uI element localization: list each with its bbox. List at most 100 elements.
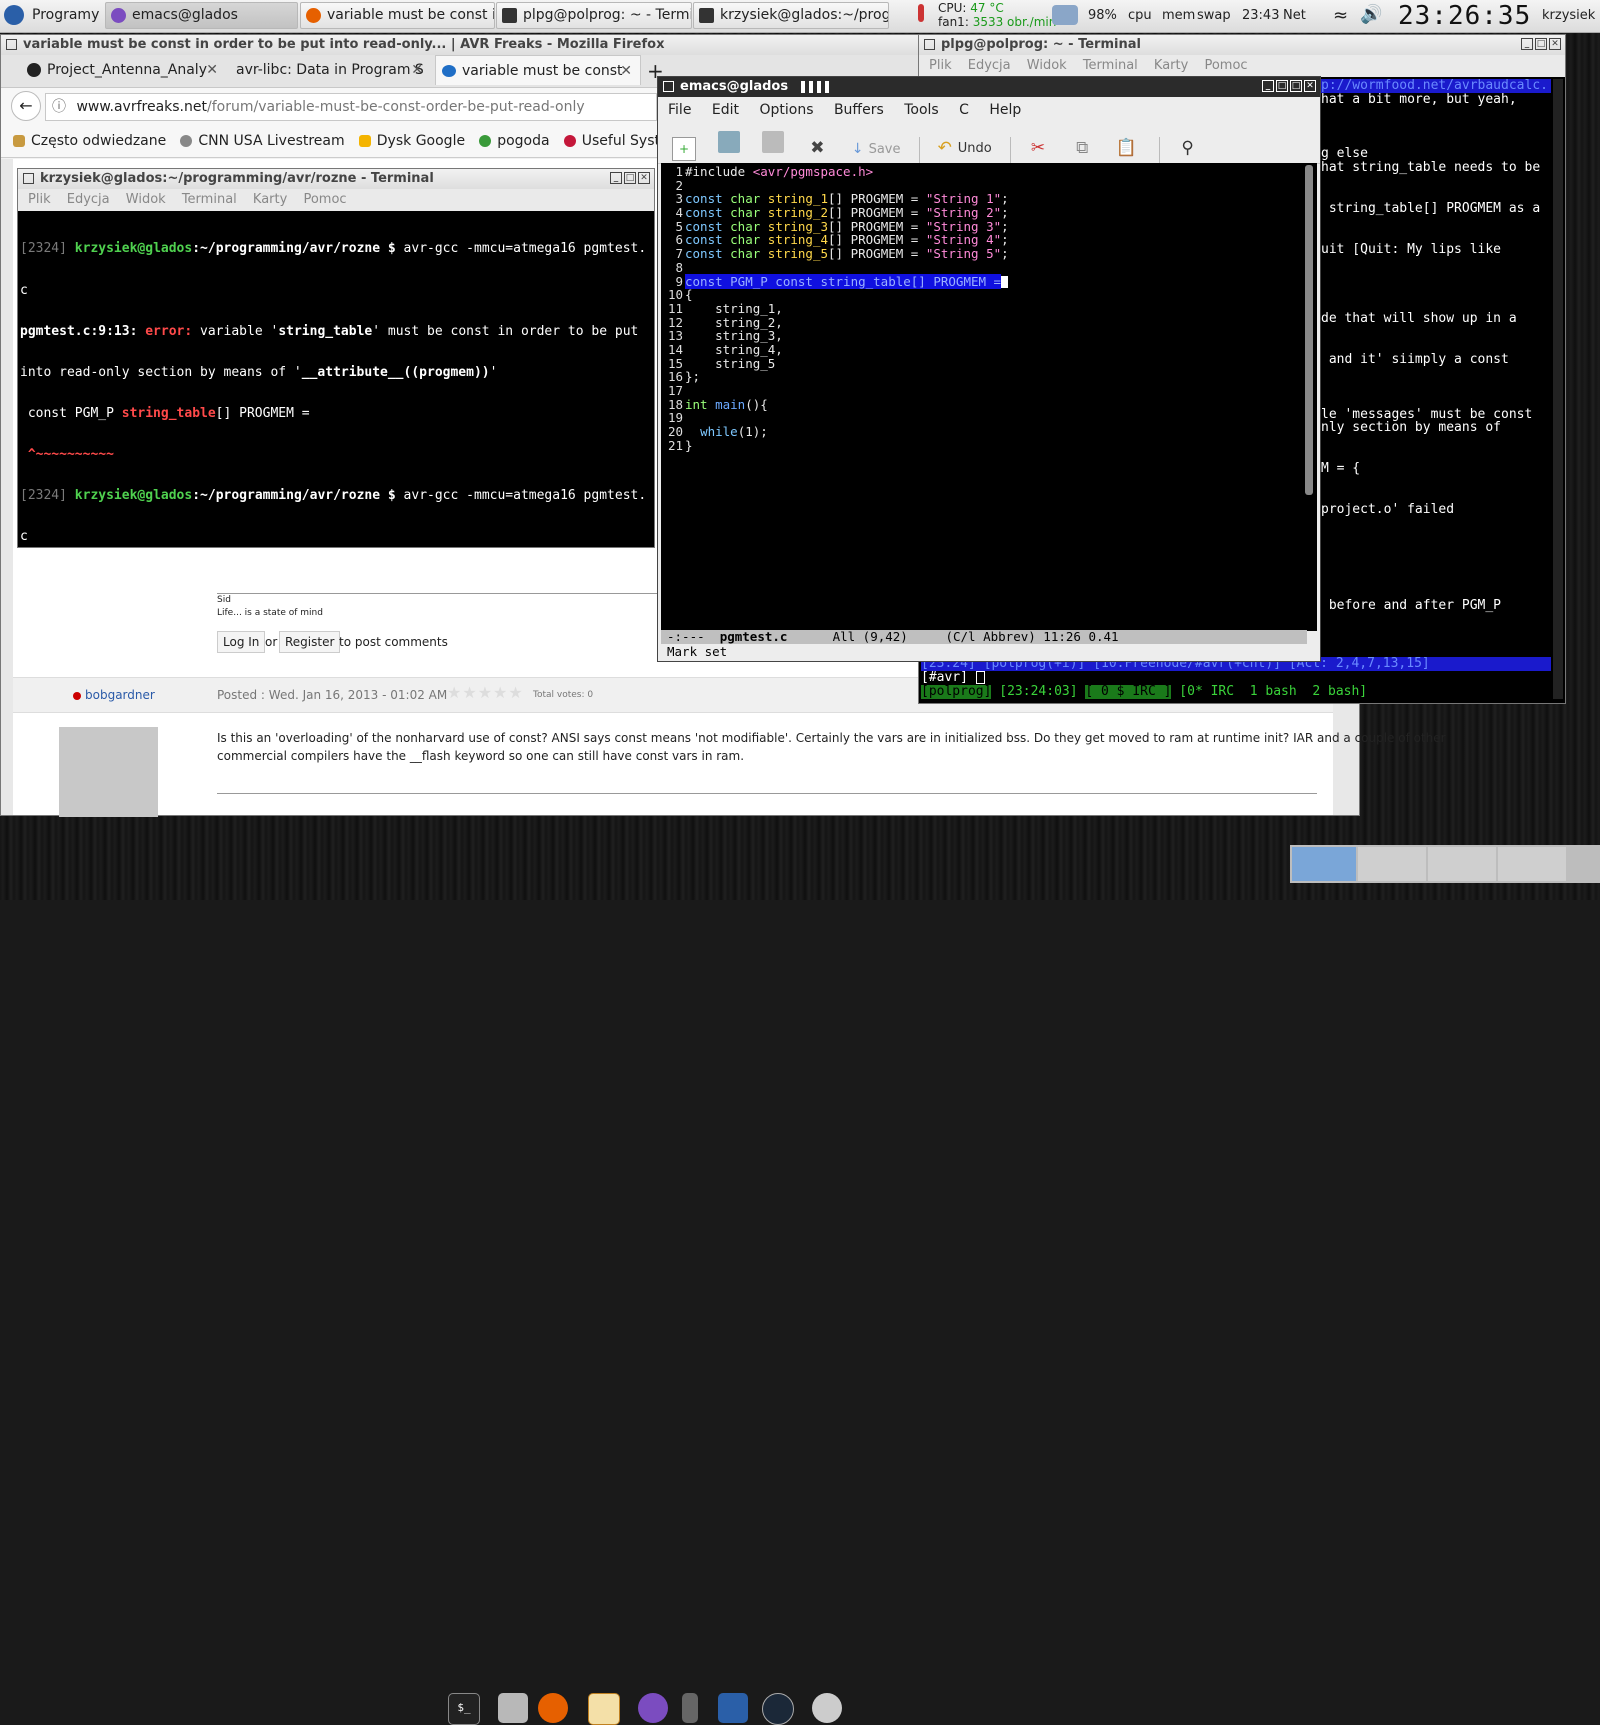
close-icon[interactable]: ✕ — [1304, 80, 1316, 92]
menu-widok[interactable]: Widok — [126, 192, 166, 207]
firefox-icon[interactable] — [538, 1693, 568, 1723]
editor-scrollbar[interactable] — [1305, 165, 1313, 495]
steam-icon[interactable] — [762, 1693, 794, 1725]
emacs-editor-area[interactable]: 1#include <avr/pgmspace.h>23const char s… — [661, 163, 1317, 631]
fan-speed-value: 3533 obr./min — [973, 15, 1057, 29]
menu-buffers[interactable]: Buffers — [834, 102, 884, 118]
maximize-icon[interactable]: □ — [1535, 38, 1547, 50]
kicad-icon[interactable] — [588, 1693, 620, 1725]
menu-c[interactable]: C — [959, 102, 969, 118]
code-buffer[interactable]: 1#include <avr/pgmspace.h>23const char s… — [661, 165, 1299, 452]
task-terminal-polprog[interactable]: plpg@polprog: ~ - Termi... — [496, 2, 692, 29]
irc-chat-output[interactable]: p://wormfood.net/avrbaudcalc.hat a bit m… — [1321, 79, 1551, 654]
emacs-titlebar[interactable]: emacs@glados _□□✕ — [658, 77, 1320, 97]
wifi-icon[interactable]: ≈ — [1333, 6, 1348, 26]
close-icon[interactable]: ✕ — [1549, 38, 1561, 50]
workspace-2[interactable] — [1358, 847, 1426, 881]
undo-button[interactable]: ↶Undo — [936, 129, 992, 167]
menu-karty[interactable]: Karty — [1154, 58, 1188, 73]
info-icon[interactable]: ⓘ — [52, 99, 66, 115]
irc-input[interactable]: [#avr] — [921, 671, 1551, 685]
menu-edycja[interactable]: Edycja — [968, 58, 1011, 73]
login-button[interactable]: Log In — [217, 631, 265, 653]
volume-icon[interactable]: 🔊 — [1360, 5, 1382, 25]
battery-icon[interactable] — [1052, 5, 1078, 25]
bookmark-google-drive[interactable]: Dysk Google — [359, 124, 465, 158]
username[interactable]: krzysiek — [1542, 0, 1595, 32]
total-votes: Total votes: 0 — [533, 690, 593, 700]
menu-button[interactable]: Programy — [2, 2, 98, 29]
menu-pomoc[interactable]: Pomoc — [1204, 58, 1247, 73]
task-terminal-krzysiek[interactable]: krzysiek@glados:~/prog... — [693, 2, 889, 29]
menu-terminal[interactable]: Terminal — [182, 192, 237, 207]
browser-icon[interactable] — [812, 1693, 842, 1723]
swap-graph-label[interactable]: swap — [1197, 0, 1231, 32]
close-tab-icon[interactable]: ✕ — [620, 56, 632, 85]
menu-options[interactable]: Options — [759, 102, 813, 118]
workspace-switcher[interactable] — [1290, 845, 1600, 883]
open-directory-button[interactable] — [762, 123, 788, 161]
restore-icon[interactable]: □ — [1276, 80, 1288, 92]
minimize-icon[interactable]: _ — [1521, 38, 1533, 50]
volume-icon[interactable] — [682, 1693, 698, 1723]
tab-avr-libc[interactable]: avr-libc: Data in Program S ✕ — [226, 55, 431, 85]
terminal-scrollbar[interactable] — [1553, 79, 1563, 699]
copy-button[interactable]: ⧉ — [1071, 129, 1097, 167]
workspace-3[interactable] — [1428, 847, 1496, 881]
workspace-1[interactable] — [1292, 847, 1356, 881]
url-path: /forum/variable-must-be-const-order-be-p… — [207, 99, 585, 115]
terminal-icon[interactable]: $_ — [448, 1693, 480, 1725]
url-bar[interactable]: ⓘ www.avrfreaks.net/forum/variable-must-… — [45, 93, 657, 121]
window-menu-icon[interactable] — [23, 173, 34, 184]
back-button[interactable]: ← — [11, 91, 41, 121]
bookmark-weather[interactable]: pogoda — [479, 124, 549, 158]
menu-help[interactable]: Help — [989, 102, 1021, 118]
mixer-icon[interactable] — [718, 1693, 748, 1723]
minimize-icon[interactable]: _ — [1262, 80, 1274, 92]
close-icon[interactable]: ✕ — [638, 172, 650, 184]
bookmark-cnn[interactable]: CNN USA Livestream — [180, 124, 344, 158]
tab-variable-must-be-const[interactable]: variable must be const ✕ — [435, 55, 641, 85]
menu-file[interactable]: File — [668, 102, 691, 118]
maximize-icon[interactable]: □ — [624, 172, 636, 184]
window-menu-icon[interactable] — [6, 39, 17, 50]
mem-graph-label[interactable]: mem — [1162, 0, 1195, 32]
menu-edycja[interactable]: Edycja — [67, 192, 110, 207]
task-firefox[interactable]: variable must be const i... — [300, 2, 495, 29]
vote-stars[interactable]: ★★★★★ — [447, 683, 524, 702]
paste-button[interactable]: 📋 — [1115, 129, 1141, 167]
close-tab-icon[interactable]: ✕ — [206, 55, 218, 85]
menu-tools[interactable]: Tools — [904, 102, 939, 118]
menu-widok[interactable]: Widok — [1027, 58, 1067, 73]
menu-terminal[interactable]: Terminal — [1083, 58, 1138, 73]
irc-line: p://wormfood.net/avrbaudcalc. — [1321, 79, 1551, 93]
menu-pomoc[interactable]: Pomoc — [303, 192, 346, 207]
workspace-4[interactable] — [1498, 847, 1566, 881]
open-file-button[interactable] — [718, 123, 744, 161]
bookmark-often-visited[interactable]: Często odwiedzane — [13, 124, 166, 158]
menu-edit[interactable]: Edit — [712, 102, 739, 118]
minimize-icon[interactable]: _ — [610, 172, 622, 184]
cpu-graph-label[interactable]: cpu — [1128, 0, 1152, 32]
menu-plik[interactable]: Plik — [929, 58, 952, 73]
terminal-output[interactable]: [2324] krzysiek@glados:~/programming/avr… — [20, 213, 652, 547]
menu-plik[interactable]: Plik — [28, 192, 51, 207]
clock[interactable]: 23:26:35 — [1398, 1, 1531, 31]
home-folder-icon[interactable] — [498, 1693, 528, 1723]
menu-karty[interactable]: Karty — [253, 192, 287, 207]
terminal-titlebar[interactable]: plpg@polprog: ~ - Terminal _□✕ — [919, 35, 1565, 55]
close-buffer-button[interactable]: ✖ — [806, 129, 832, 167]
maximize-icon[interactable]: □ — [1290, 80, 1302, 92]
close-tab-icon[interactable]: ✕ — [411, 55, 423, 85]
post-author-link[interactable]: bobgardner — [85, 688, 155, 702]
window-menu-icon[interactable] — [663, 81, 674, 92]
cut-button[interactable]: ✂ — [1027, 129, 1053, 167]
emacs-icon[interactable] — [638, 1693, 668, 1723]
terminal-titlebar[interactable]: krzysiek@glados:~/programming/avr/rozne … — [18, 169, 654, 189]
task-emacs[interactable]: emacs@glados — [105, 2, 298, 29]
tab-project-antenna[interactable]: Project_Antenna_Analy ✕ — [21, 55, 226, 85]
net-graph-label[interactable]: Net — [1283, 0, 1306, 32]
register-button[interactable]: Register — [279, 631, 340, 653]
window-menu-icon[interactable] — [924, 39, 935, 50]
search-button[interactable]: ⚲ — [1177, 129, 1203, 167]
